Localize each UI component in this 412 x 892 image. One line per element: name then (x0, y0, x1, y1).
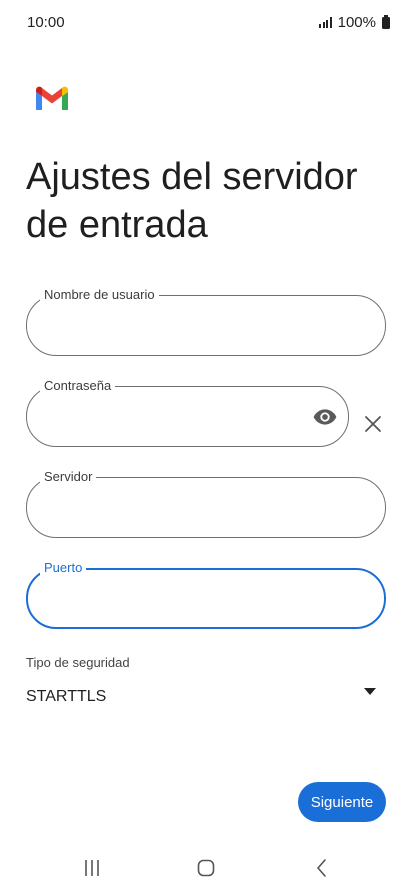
next-button[interactable]: Siguiente (298, 782, 386, 822)
status-bar: 10:00 100% (0, 0, 412, 46)
password-field[interactable]: Contraseña (26, 378, 349, 447)
navigation-bar (0, 848, 412, 892)
signal-icon (319, 17, 332, 28)
server-input[interactable] (45, 492, 367, 524)
username-input[interactable] (45, 310, 367, 342)
home-icon[interactable] (191, 856, 221, 880)
page-title: Ajustes del servidor de entrada (26, 156, 358, 246)
server-label: Servidor (40, 469, 97, 485)
security-type-select[interactable]: STARTTLS (26, 680, 386, 714)
port-field[interactable]: Puerto (26, 560, 386, 629)
server-field[interactable]: Servidor (26, 469, 386, 538)
eye-icon[interactable] (312, 404, 338, 430)
security-type-label: Tipo de seguridad (26, 655, 130, 670)
username-field[interactable]: Nombre de usuario (26, 287, 386, 356)
gmail-logo-icon (36, 86, 68, 110)
close-icon[interactable] (363, 414, 383, 434)
port-label: Puerto (40, 560, 87, 576)
security-type-value: STARTTLS (26, 688, 107, 705)
screen: 10:00 100% Ajustes del servidor de entra… (0, 0, 412, 892)
battery-percent: 100% (337, 14, 376, 31)
port-input[interactable] (46, 584, 366, 616)
back-icon[interactable] (307, 856, 337, 880)
status-time: 10:00 (27, 14, 65, 31)
dropdown-arrow-icon (364, 688, 376, 695)
battery-icon (382, 14, 390, 29)
username-label: Nombre de usuario (40, 287, 159, 303)
recents-icon[interactable] (77, 856, 107, 880)
status-indicators: 100% (319, 14, 390, 31)
password-label: Contraseña (40, 378, 116, 394)
password-input[interactable] (45, 401, 330, 433)
